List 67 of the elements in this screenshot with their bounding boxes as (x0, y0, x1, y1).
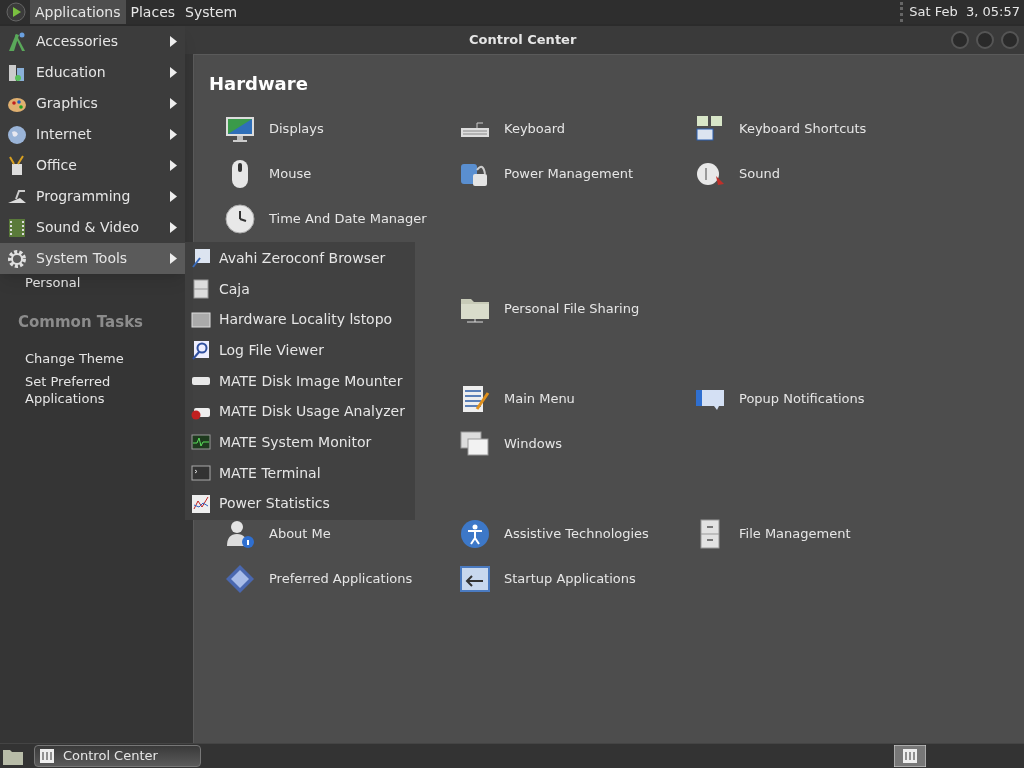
menu-item[interactable]: MATE Disk Image Mounter (185, 365, 415, 397)
settings-item[interactable]: Mouse (269, 163, 312, 184)
task-button[interactable]: Control Center (34, 745, 201, 767)
control-panel-icon (39, 748, 55, 764)
menu-item[interactable]: MATE Terminal (185, 457, 415, 489)
settings-item[interactable]: File Management (739, 523, 851, 544)
panel-menu[interactable]: System (180, 0, 243, 24)
settings-item[interactable]: Main Menu (504, 388, 575, 409)
task-link[interactable]: Personal (0, 274, 130, 291)
menu-item[interactable]: Log File Viewer (185, 335, 415, 366)
settings-item[interactable]: Keyboard Shortcuts (739, 118, 867, 139)
diamond-icon (224, 562, 256, 595)
menu-item[interactable]: Office (0, 150, 185, 181)
settings-item[interactable]: Preferred Applications (269, 568, 413, 589)
workspace-switcher-icon[interactable] (894, 745, 926, 767)
chart-icon (190, 492, 212, 515)
menu-item[interactable]: System Tools (0, 243, 185, 274)
menu-item[interactable]: Education (0, 57, 185, 88)
task-link[interactable]: Change Theme (0, 349, 130, 367)
submenu-arrow-icon (170, 36, 177, 47)
drafting-tools-icon (6, 30, 28, 53)
menu-item[interactable]: Internet (0, 119, 185, 150)
submenu-arrow-icon (170, 129, 177, 140)
menu-item[interactable]: Accessories (0, 26, 185, 57)
settings-item[interactable]: Personal File Sharing (504, 298, 640, 319)
submenu-arrow-icon (170, 160, 177, 171)
close-button[interactable] (1000, 30, 1020, 50)
menu-item[interactable]: Graphics (0, 88, 185, 119)
menu-item[interactable]: Sound & Video (0, 212, 185, 243)
section-heading: Hardware (209, 72, 308, 96)
settings-item[interactable]: Time And Date Manager (269, 208, 427, 229)
menu-item[interactable]: Avahi Zeroconf Browser (185, 243, 415, 274)
settings-item[interactable]: Power Management (504, 163, 634, 184)
menu-logo-icon[interactable] (6, 2, 26, 22)
submenu-arrow-icon (170, 98, 177, 109)
settings-item[interactable]: Assistive Technologies (504, 523, 649, 544)
globe-icon (6, 123, 28, 146)
task-link[interactable]: Set Preferred Applications (0, 372, 130, 407)
settings-item[interactable]: Sound (739, 163, 780, 184)
settings-item[interactable]: Displays (269, 118, 324, 139)
menu-item[interactable]: Caja (185, 273, 415, 305)
submenu-arrow-icon (170, 67, 177, 78)
menu-item[interactable]: Power Statistics (185, 488, 415, 520)
settings-item[interactable]: Popup Notifications (739, 388, 865, 409)
settings-item[interactable]: Startup Applications (504, 568, 636, 589)
menu-item[interactable]: Hardware Locality lstopo (185, 304, 415, 335)
settings-item[interactable]: Windows (504, 433, 563, 454)
clock[interactable]: Sat Feb 3, 05:57 (900, 2, 1024, 22)
submenu-arrow-icon (170, 191, 177, 202)
clock-icon (224, 202, 256, 235)
menu-item[interactable]: MATE Disk Usage Analyzer (185, 396, 415, 428)
film-strip-icon (6, 216, 28, 239)
menu-item[interactable]: MATE System Monitor (185, 427, 415, 458)
menu-item[interactable]: Programming (0, 181, 185, 212)
gear-icon (6, 247, 28, 270)
window-title: Control Center (469, 31, 577, 50)
file-cabinet-icon (190, 278, 212, 300)
panel-menu[interactable]: Applications (30, 0, 126, 24)
settings-item[interactable]: About Me (269, 523, 331, 544)
settings-item[interactable]: Keyboard (504, 118, 566, 139)
minimize-button[interactable] (950, 30, 970, 50)
panel-menu[interactable]: Places (125, 0, 181, 24)
sidebar-heading: Common Tasks (17, 312, 145, 333)
submenu-arrow-icon (170, 222, 177, 233)
accessibility-icon (459, 517, 491, 550)
maximize-button[interactable] (975, 30, 995, 50)
submenu-arrow-icon (170, 253, 177, 264)
